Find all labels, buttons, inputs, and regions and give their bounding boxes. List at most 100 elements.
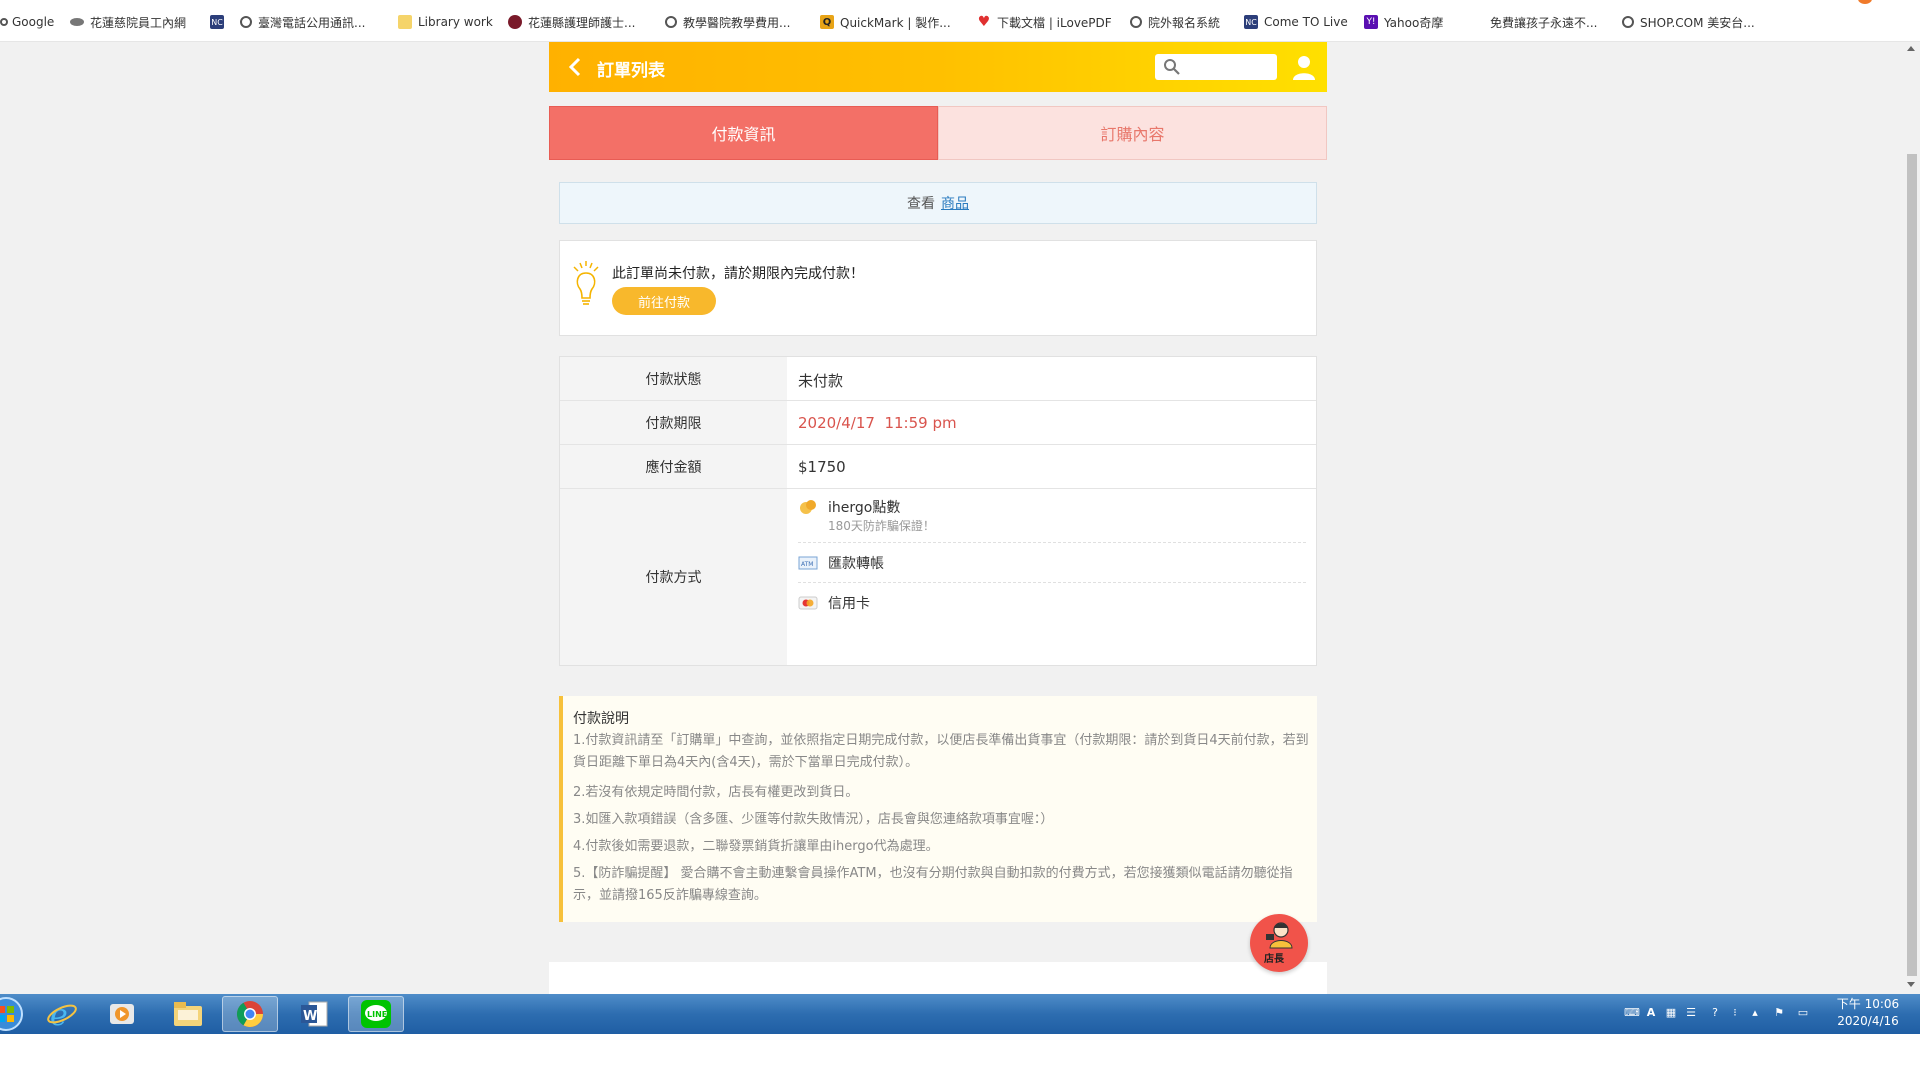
method-name: 匯款轉帳 — [828, 556, 884, 572]
globe-icon — [1622, 16, 1634, 28]
user-icon[interactable] — [1291, 53, 1317, 81]
page-scrollbar[interactable] — [1904, 42, 1920, 994]
globe-icon — [665, 16, 677, 28]
cloud-icon — [70, 18, 84, 26]
method-note: 180天防詐騙保證！ — [828, 519, 935, 533]
start-button[interactable] — [0, 996, 34, 1032]
bookmark-item[interactable]: NC Come TO Live — [1244, 13, 1348, 31]
store-owner-label: 店長 — [1264, 954, 1284, 965]
table-row: 付款期限 2020/4/17 11:59 pm — [560, 401, 1316, 445]
bookmark-item[interactable]: SHOP.COM 美安台... — [1622, 13, 1755, 31]
order-app: 訂單列表 付款資訊 訂購內容 查看 商品 此訂單尚未付款，請於期限內完成付款！ … — [549, 42, 1327, 994]
bookmark-item[interactable]: ♥ 下載文檔 | iLovePDF — [977, 13, 1112, 31]
extension-badge-icon[interactable] — [1858, 0, 1872, 4]
footer-area — [549, 962, 1327, 994]
store-owner-button[interactable]: 店長 — [1250, 914, 1308, 972]
chrome-icon[interactable] — [222, 996, 278, 1032]
help-icon[interactable]: ? — [1708, 1006, 1722, 1020]
globe-icon — [240, 16, 252, 28]
page-viewport: 訂單列表 付款資訊 訂購內容 查看 商品 此訂單尚未付款，請於期限內完成付款！ … — [0, 42, 1920, 994]
yahoo-icon: Y! — [1364, 15, 1378, 29]
view-products-bar: 查看 商品 — [559, 182, 1317, 224]
back-arrow-icon[interactable] — [563, 54, 589, 80]
credit-card-icon — [798, 596, 818, 610]
payment-method-item[interactable]: ihergo點數 180天防詐騙保證！ — [798, 497, 1306, 543]
explanation-item: 2.若沒有依規定時間付款，店長有權更改到貨日。 — [573, 785, 859, 800]
status-label: 付款狀態 — [560, 357, 787, 400]
desktop-blank-area — [0, 1034, 1920, 1080]
scroll-up-arrow-icon[interactable] — [1907, 46, 1915, 51]
ime-pad-icon[interactable]: ▦ — [1664, 1006, 1678, 1020]
ie-icon[interactable]: e — [34, 996, 90, 1032]
deadline-label: 付款期限 — [560, 401, 787, 444]
deadline-value: 2020/4/17 11:59 pm — [798, 414, 957, 432]
table-row: 應付金額 $1750 — [560, 445, 1316, 489]
badge-icon — [508, 15, 522, 29]
payment-info-table: 付款狀態 未付款 付款期限 2020/4/17 11:59 pm 應付金額 $1… — [559, 356, 1317, 666]
explanation-item: 5.【防詐騙提醒】 愛合購不會主動連繫會員操作ATM，也沒有分期付款與自動扣款的… — [573, 866, 1293, 903]
clock-date: 2020/4/16 — [1837, 1014, 1899, 1028]
media-player-icon[interactable] — [94, 996, 150, 1032]
bookmark-item[interactable]: 教學醫院教學費用... — [665, 13, 790, 31]
bookmark-item[interactable]: Y! Yahoo奇摩 — [1364, 13, 1443, 31]
scroll-down-arrow-icon[interactable] — [1907, 982, 1915, 987]
status-value: 未付款 — [798, 372, 844, 390]
line-icon[interactable]: LINE — [348, 996, 404, 1032]
show-hidden-icons-icon[interactable]: ▴ — [1748, 1006, 1762, 1020]
tab-order-content[interactable]: 訂購內容 — [938, 106, 1327, 160]
globe-icon — [1130, 16, 1142, 28]
folder-icon — [398, 15, 412, 29]
unpaid-notice: 此訂單尚未付款，請於期限內完成付款！ 前往付款 — [559, 240, 1317, 336]
header-bar: 訂單列表 — [549, 42, 1327, 92]
bookmark-item[interactable]: 院外報名系統 — [1130, 13, 1220, 31]
bookmark-item[interactable]: Google — [0, 13, 54, 31]
payment-explanation: 付款說明 1.付款資訊請至「訂購單」中查詢，並依照指定日期完成付款，以便店長準備… — [559, 696, 1317, 922]
products-link[interactable]: 商品 — [941, 193, 969, 213]
word-icon[interactable]: W — [286, 996, 342, 1032]
clock-time: 下午 10:06 — [1836, 997, 1900, 1011]
ime-options-icon[interactable]: ☰ — [1684, 1006, 1698, 1020]
tab-payment-info[interactable]: 付款資訊 — [549, 106, 938, 160]
payment-method-item[interactable]: ATM 匯款轉帳 — [798, 553, 1306, 583]
coin-icon — [800, 500, 816, 514]
view-prefix: 查看 — [907, 196, 935, 212]
svg-text:W: W — [303, 1009, 317, 1024]
method-name: ihergo點數 — [828, 500, 901, 516]
quickmark-icon: Q — [820, 15, 834, 29]
bookmark-item[interactable]: 花蓮慈院員工內網 — [70, 13, 186, 31]
scrollbar-thumb[interactable] — [1907, 154, 1917, 976]
explanation-item: 1.付款資訊請至「訂購單」中查詢，並依照指定日期完成付款，以便店長準備出貨事宜（… — [573, 733, 1309, 770]
globe-icon — [0, 18, 8, 26]
page-title: 訂單列表 — [597, 61, 665, 81]
file-explorer-icon[interactable] — [160, 996, 216, 1032]
windows-taskbar: e W LINE ⌨ A ▦ ☰ ? ⁝ ▴ ⚑ ▭ 下午 10:06 2020… — [0, 994, 1920, 1034]
method-name: 信用卡 — [828, 596, 870, 612]
payment-method-item[interactable]: 信用卡 — [798, 593, 1306, 619]
search-input[interactable] — [1155, 54, 1277, 80]
heart-icon: ♥ — [977, 14, 991, 30]
bookmark-item[interactable]: NC — [210, 13, 230, 31]
bookmark-item[interactable]: 花蓮縣護理師護士... — [508, 13, 635, 31]
input-mode-icon[interactable]: A — [1644, 1006, 1658, 1020]
bookmark-item[interactable]: 臺灣電話公用通訊... — [240, 13, 365, 31]
system-clock[interactable]: 下午 10:06 2020/4/16 — [1822, 996, 1914, 1032]
go-pay-button[interactable]: 前往付款 — [612, 287, 716, 315]
network-icon[interactable]: ▭ — [1796, 1006, 1810, 1020]
nc-icon: NC — [210, 15, 224, 29]
store-owner-icon — [1266, 922, 1293, 949]
bookmark-item[interactable]: 免費讓孩子永遠不... — [1490, 13, 1597, 31]
language-bar-icon[interactable]: ⌨ — [1624, 1006, 1640, 1020]
atm-icon: ATM — [798, 556, 818, 570]
explanation-title: 付款說明 — [573, 711, 629, 727]
method-label: 付款方式 — [560, 489, 787, 665]
table-row: 付款方式 ihergo點數 180天防詐騙保證！ ATM 匯款轉帳 信用卡 — [560, 489, 1316, 665]
lightbulb-icon — [573, 261, 599, 305]
explanation-item: 3.如匯入款項錯誤（含多匯、少匯等付款失敗情況），店長會與您連絡款項事宜喔：） — [573, 812, 1054, 827]
bookmark-item[interactable]: Library work — [398, 13, 493, 31]
svg-text:LINE: LINE — [367, 1010, 387, 1019]
bookmark-item[interactable]: Q QuickMark | 製作... — [820, 13, 951, 31]
amount-label: 應付金額 — [560, 445, 787, 488]
tray-options-icon[interactable]: ⁝ — [1728, 1006, 1742, 1020]
amount-value: $1750 — [798, 458, 846, 476]
action-center-flag-icon[interactable]: ⚑ — [1772, 1006, 1786, 1020]
